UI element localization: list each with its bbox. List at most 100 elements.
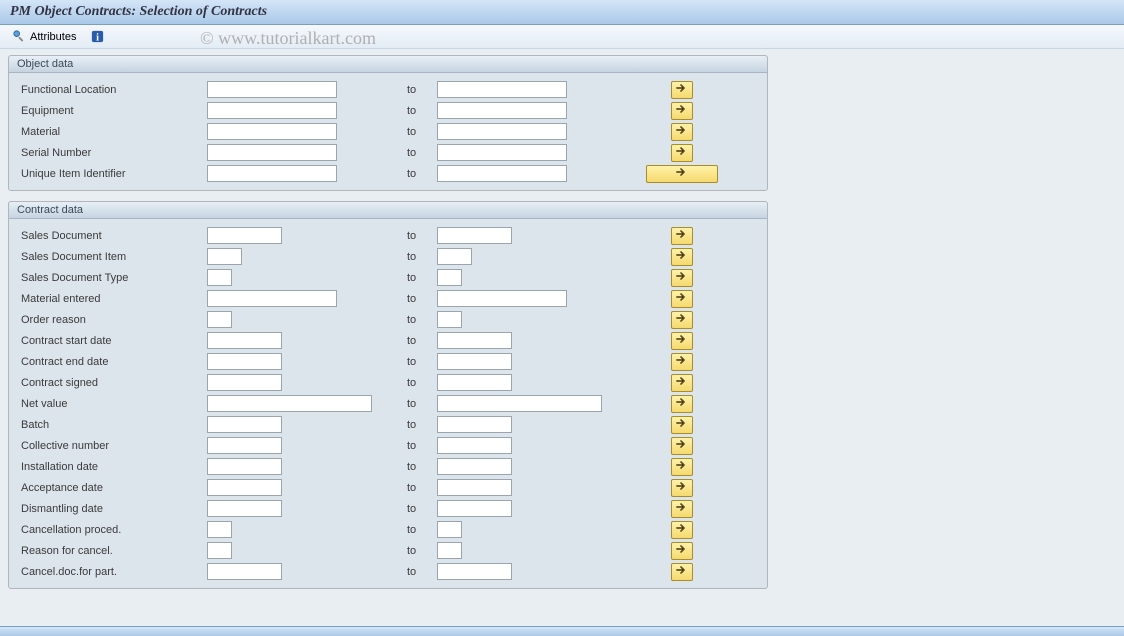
multiple-selection-button[interactable]: [671, 102, 693, 120]
from-input[interactable]: [207, 416, 282, 433]
from-input[interactable]: [207, 248, 242, 265]
from-input[interactable]: [207, 353, 282, 370]
from-input[interactable]: [207, 458, 282, 475]
to-input[interactable]: [437, 227, 512, 244]
selection-row: Serial Number to: [9, 142, 767, 163]
to-input[interactable]: [437, 332, 512, 349]
to-label: to: [407, 440, 437, 452]
to-input[interactable]: [437, 542, 462, 559]
from-input[interactable]: [207, 123, 337, 140]
from-input[interactable]: [207, 102, 337, 119]
from-input[interactable]: [207, 227, 282, 244]
page-title: PM Object Contracts: Selection of Contra…: [0, 0, 1124, 25]
multiple-selection-button[interactable]: [671, 227, 693, 245]
from-input[interactable]: [207, 521, 232, 538]
arrow-right-icon: [676, 439, 688, 452]
multiple-selection-button[interactable]: [671, 479, 693, 497]
from-input[interactable]: [207, 269, 232, 286]
tools-icon: [12, 29, 27, 44]
to-label: to: [407, 356, 437, 368]
from-input[interactable]: [207, 311, 232, 328]
field-label: Contract start date: [17, 335, 207, 347]
multiple-selection-button[interactable]: [671, 374, 693, 392]
to-input[interactable]: [437, 458, 512, 475]
from-input[interactable]: [207, 332, 282, 349]
multi-select-cell: [637, 165, 727, 183]
multi-select-cell: [637, 311, 727, 329]
to-input[interactable]: [437, 353, 512, 370]
to-input[interactable]: [437, 123, 567, 140]
multiple-selection-button[interactable]: [671, 311, 693, 329]
selection-row: Contract start date to: [9, 330, 767, 351]
info-button[interactable]: i: [86, 28, 109, 45]
selection-row: Installation date to: [9, 456, 767, 477]
multiple-selection-button[interactable]: [671, 248, 693, 266]
multiple-selection-button[interactable]: [671, 521, 693, 539]
to-input[interactable]: [437, 374, 512, 391]
arrow-right-icon: [676, 167, 688, 180]
to-input[interactable]: [437, 144, 567, 161]
attributes-button[interactable]: Attributes: [8, 28, 80, 45]
arrow-right-icon: [676, 250, 688, 263]
to-input[interactable]: [437, 500, 512, 517]
multiple-selection-button[interactable]: [671, 269, 693, 287]
multiple-selection-button[interactable]: [671, 353, 693, 371]
arrow-right-icon: [676, 544, 688, 557]
selection-row: Material entered to: [9, 288, 767, 309]
to-input[interactable]: [437, 102, 567, 119]
multiple-selection-button[interactable]: [646, 165, 718, 183]
status-bar: [0, 626, 1124, 636]
multi-select-cell: [637, 269, 727, 287]
to-input[interactable]: [437, 290, 567, 307]
multi-select-cell: [637, 144, 727, 162]
multiple-selection-button[interactable]: [671, 437, 693, 455]
from-input[interactable]: [207, 374, 282, 391]
selection-row: Net value to: [9, 393, 767, 414]
multi-select-cell: [637, 395, 727, 413]
to-input[interactable]: [437, 437, 512, 454]
arrow-right-icon: [676, 502, 688, 515]
attributes-label: Attributes: [30, 31, 76, 43]
to-input[interactable]: [437, 521, 462, 538]
to-input[interactable]: [437, 395, 602, 412]
from-input[interactable]: [207, 479, 282, 496]
to-input[interactable]: [437, 416, 512, 433]
arrow-right-icon: [676, 523, 688, 536]
from-input[interactable]: [207, 165, 337, 182]
multiple-selection-button[interactable]: [671, 290, 693, 308]
multiple-selection-button[interactable]: [671, 563, 693, 581]
to-input[interactable]: [437, 81, 567, 98]
from-input[interactable]: [207, 542, 232, 559]
field-label: Installation date: [17, 461, 207, 473]
multiple-selection-button[interactable]: [671, 395, 693, 413]
to-label: to: [407, 126, 437, 138]
multi-select-cell: [637, 416, 727, 434]
from-input[interactable]: [207, 437, 282, 454]
to-input[interactable]: [437, 311, 462, 328]
to-input[interactable]: [437, 269, 462, 286]
field-label: Collective number: [17, 440, 207, 452]
group-body: Functional Location to Equipment to Mate…: [9, 73, 767, 190]
multiple-selection-button[interactable]: [671, 416, 693, 434]
arrow-right-icon: [676, 376, 688, 389]
multiple-selection-button[interactable]: [671, 500, 693, 518]
from-input[interactable]: [207, 290, 337, 307]
field-label: Order reason: [17, 314, 207, 326]
to-input[interactable]: [437, 248, 472, 265]
from-input[interactable]: [207, 144, 337, 161]
from-input[interactable]: [207, 395, 372, 412]
from-input[interactable]: [207, 81, 337, 98]
to-input[interactable]: [437, 165, 567, 182]
to-input[interactable]: [437, 563, 512, 580]
from-input[interactable]: [207, 563, 282, 580]
multiple-selection-button[interactable]: [671, 542, 693, 560]
multiple-selection-button[interactable]: [671, 81, 693, 99]
from-input[interactable]: [207, 500, 282, 517]
multiple-selection-button[interactable]: [671, 332, 693, 350]
multiple-selection-button[interactable]: [671, 458, 693, 476]
multiple-selection-button[interactable]: [671, 123, 693, 141]
multi-select-cell: [637, 521, 727, 539]
field-label: Dismantling date: [17, 503, 207, 515]
multiple-selection-button[interactable]: [671, 144, 693, 162]
to-input[interactable]: [437, 479, 512, 496]
